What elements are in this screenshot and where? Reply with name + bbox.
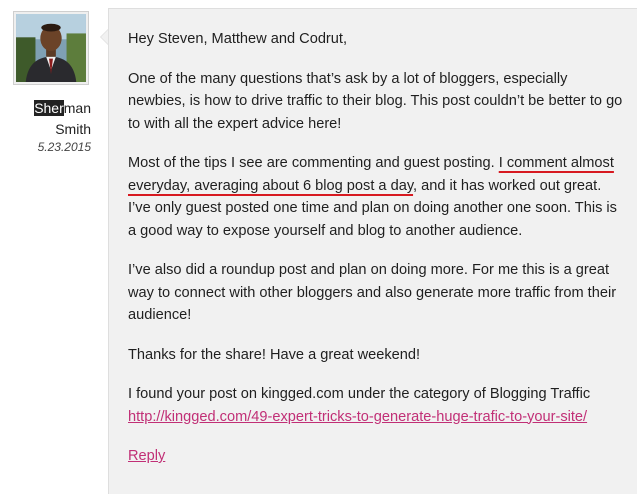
- comment-date: 5.23.2015: [37, 140, 91, 154]
- comment-paragraph-1: One of the many questions that’s ask by …: [128, 70, 623, 132]
- avatar: [13, 11, 89, 85]
- reply-link[interactable]: Reply: [128, 448, 165, 464]
- author-name-selected: Sher: [34, 100, 64, 116]
- comment-paragraph-2: Most of the tips I see are commenting an…: [128, 152, 628, 242]
- paragraph-2-intro: Most of the tips I see are commenting an…: [128, 155, 499, 171]
- author-name-rest: man: [63, 100, 91, 116]
- reply-row: Reply: [128, 445, 628, 468]
- comment-bubble: Hey Steven, Matthew and Codrut, One of t…: [100, 8, 637, 494]
- comment-paragraph-3: I’ve also did a roundup post and plan on…: [128, 262, 617, 323]
- author-name[interactable]: Sherman Smith: [1, 98, 91, 140]
- source-text: I found your post on kingged.com under t…: [128, 386, 591, 402]
- comment-paragraph-4: Thanks for the share! Have a great weeke…: [128, 346, 421, 363]
- avatar-image: [16, 14, 86, 82]
- comment-paragraph-5: I found your post on kingged.com under t…: [128, 383, 628, 428]
- comment-greeting: Hey Steven, Matthew and Codrut,: [128, 31, 348, 47]
- comment-body: Hey Steven, Matthew and Codrut, One of t…: [128, 28, 628, 485]
- kingged-link[interactable]: http://kingged.com/49-expert-tricks-to-g…: [128, 409, 587, 425]
- comment-author: Sherman Smith 5.23.2015: [0, 0, 110, 486]
- author-surname: Smith: [55, 121, 91, 137]
